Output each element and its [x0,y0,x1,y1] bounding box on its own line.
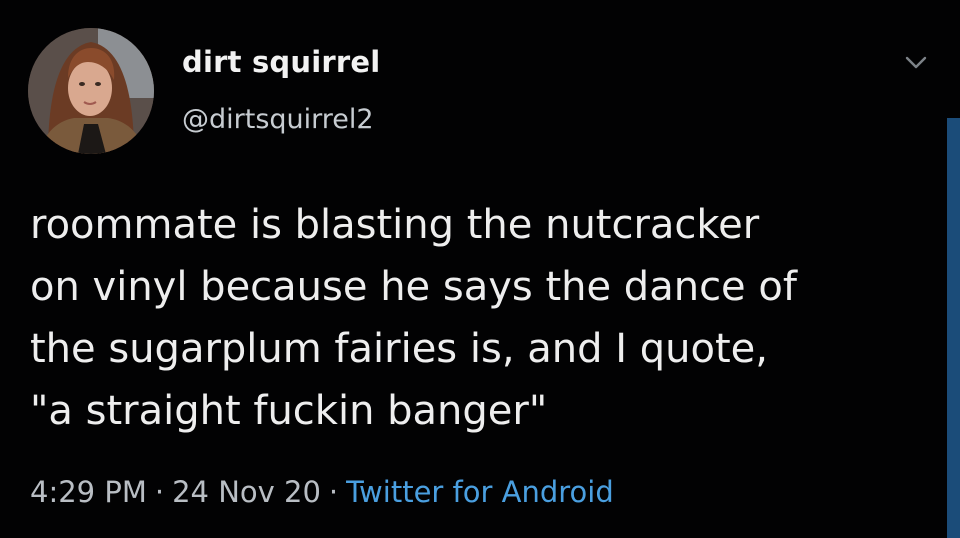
cropped-stats-row [30,531,690,538]
tweet-text-line: "a straight fuckin banger" [30,388,548,434]
tweet-date[interactable]: 24 Nov 20 [172,475,321,509]
tweet-source-link[interactable]: Twitter for Android [346,475,614,509]
tweet-text-line: roommate is blasting the nutcracker [30,202,760,248]
tweet-meta: 4:29 PM · 24 Nov 20 · Twitter for Android [30,475,614,509]
tweet-text: roommate is blasting the nutcracker on v… [30,194,930,442]
chevron-down-icon[interactable] [901,50,931,74]
avatar[interactable] [28,28,154,154]
meta-separator: · [154,475,165,509]
tweet-time[interactable]: 4:29 PM [30,475,147,509]
display-name[interactable]: dirt squirrel [182,45,380,79]
tweet-card: dirt squirrel @dirtsquirrel2 roommate is… [0,0,960,538]
tweet-text-line: on vinyl because he says the dance of [30,264,797,310]
user-handle[interactable]: @dirtsquirrel2 [182,104,374,135]
meta-separator: · [328,475,339,509]
tweet-text-line: the sugarplum fairies is, and I quote, [30,326,768,372]
scrollbar[interactable] [947,118,960,538]
avatar-image [28,28,154,154]
